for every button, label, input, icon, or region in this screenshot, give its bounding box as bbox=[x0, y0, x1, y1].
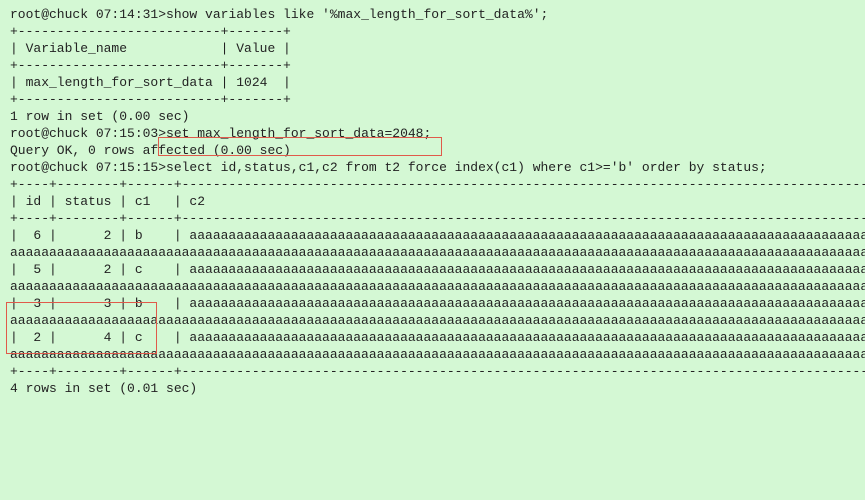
prompt-line: root@chuck 07:15:03>set max_length_for_s… bbox=[10, 125, 855, 142]
table-border: +--------------------------+-------+ bbox=[10, 91, 855, 108]
terminal-output: root@chuck 07:14:31>show variables like … bbox=[0, 0, 865, 403]
table-row-wrap: aaaaaaaaaaaaaaaaaaaaaaaaaaaaaaaaaaaaaaaa… bbox=[10, 346, 855, 363]
sql-statement: set max_length_for_sort_data=2048 bbox=[166, 126, 423, 141]
table-row-wrap: aaaaaaaaaaaaaaaaaaaaaaaaaaaaaaaaaaaaaaaa… bbox=[10, 278, 855, 295]
table-row: | max_length_for_sort_data | 1024 | bbox=[10, 74, 855, 91]
table-row: | 5 | 2 | c | aaaaaaaaaaaaaaaaaaaaaaaaaa… bbox=[10, 261, 855, 278]
table-header: | Variable_name | Value | bbox=[10, 40, 855, 57]
table-border: +----+--------+------+------------------… bbox=[10, 363, 855, 380]
prompt: root@chuck 07:15:03> bbox=[10, 126, 166, 141]
prompt: root@chuck 07:15:15> bbox=[10, 160, 166, 175]
table-row-wrap: aaaaaaaaaaaaaaaaaaaaaaaaaaaaaaaaaaaaaaaa… bbox=[10, 312, 855, 329]
result-summary: 1 row in set (0.00 sec) bbox=[10, 108, 855, 125]
prompt-line: root@chuck 07:14:31>show variables like … bbox=[10, 6, 855, 23]
table-row-wrap: aaaaaaaaaaaaaaaaaaaaaaaaaaaaaaaaaaaaaaaa… bbox=[10, 244, 855, 261]
table-border: +----+--------+------+------------------… bbox=[10, 210, 855, 227]
table-row: | 2 | 4 | c | aaaaaaaaaaaaaaaaaaaaaaaaaa… bbox=[10, 329, 855, 346]
prompt: root@chuck 07:14:31> bbox=[10, 7, 166, 22]
result-summary: 4 rows in set (0.01 sec) bbox=[10, 380, 855, 397]
prompt-line: root@chuck 07:15:15>select id,status,c1,… bbox=[10, 159, 855, 176]
result-summary: Query OK, 0 rows affected (0.00 sec) bbox=[10, 142, 855, 159]
table-header: | id | status | c1 | c2 bbox=[10, 193, 855, 210]
semicolon: ; bbox=[423, 126, 431, 141]
table-border: +----+--------+------+------------------… bbox=[10, 176, 855, 193]
table-border: +--------------------------+-------+ bbox=[10, 57, 855, 74]
table-row: | 6 | 2 | b | aaaaaaaaaaaaaaaaaaaaaaaaaa… bbox=[10, 227, 855, 244]
table-border: +--------------------------+-------+ bbox=[10, 23, 855, 40]
sql-statement: select id,status,c1,c2 from t2 force ind… bbox=[166, 160, 767, 175]
table-row: | 3 | 3 | b | aaaaaaaaaaaaaaaaaaaaaaaaaa… bbox=[10, 295, 855, 312]
sql-statement: show variables like '%max_length_for_sor… bbox=[166, 7, 548, 22]
